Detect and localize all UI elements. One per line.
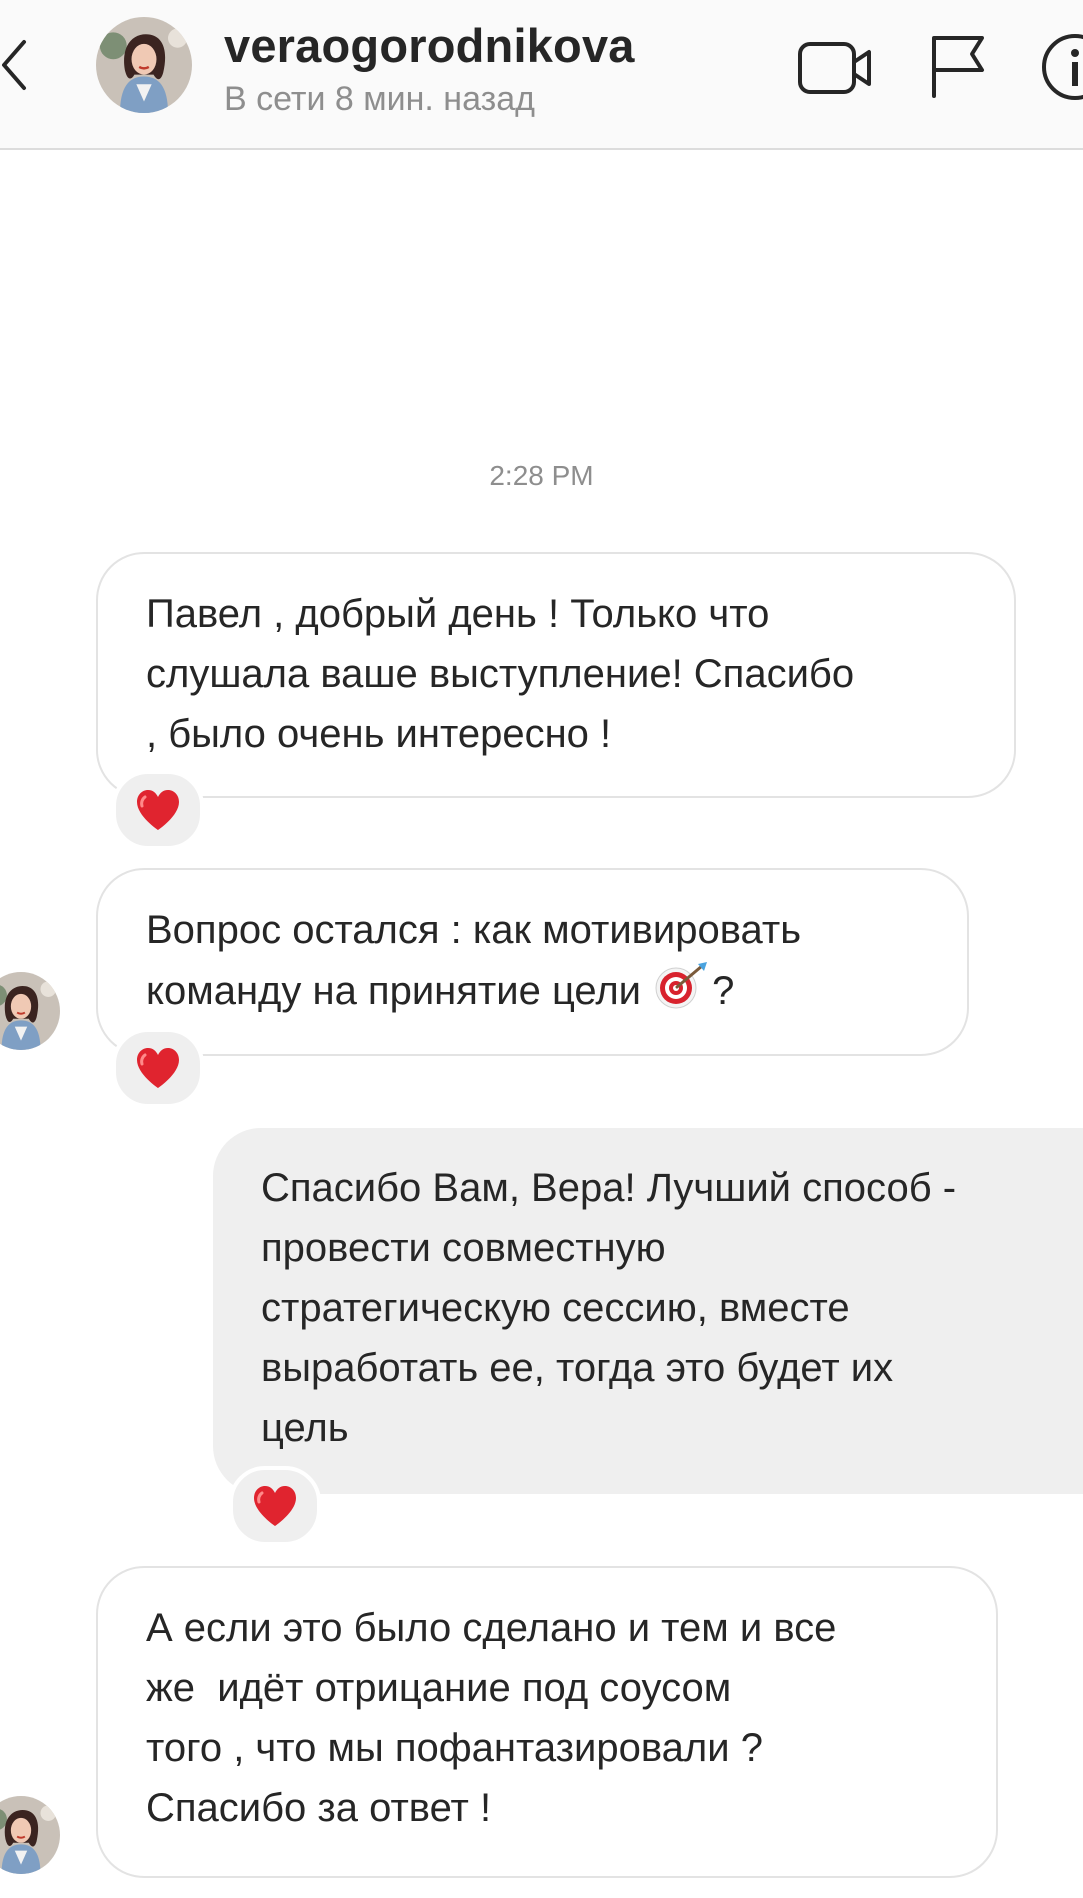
message-bubble-outgoing[interactable]: Спасибо Вам, Вера! Лучший способ - прове… [213,1128,1083,1494]
contact-avatar[interactable] [96,17,192,113]
sender-avatar[interactable] [0,1796,60,1874]
back-button[interactable] [0,30,40,100]
message-text-line: того , что мы пофантазировали ? [146,1726,763,1770]
report-flag-button[interactable] [928,30,988,100]
conversation-header: veraogorodnikova В сети 8 мин. назад [0,0,1083,150]
message-text-line: цель [261,1406,349,1450]
video-call-button[interactable] [797,38,873,98]
contact-activity-status: В сети 8 мин. назад [224,80,535,118]
conversation-info-button[interactable] [1040,32,1083,102]
sender-avatar[interactable] [0,972,60,1050]
video-camera-icon [798,42,871,94]
message-bubble-incoming[interactable]: Павел , добрый день ! Только что слушала… [96,552,1016,798]
message-text-line: Спасибо Вам, Вера! Лучший способ - [261,1166,957,1210]
info-icon [1042,34,1083,100]
message-bubble-incoming[interactable]: Вопрос остался : как мотивировать команд… [96,868,969,1056]
message-text-line: , было очень интересно ! [146,712,612,756]
message-reaction[interactable] [229,1466,321,1546]
message-text-line: выработать ее, тогда это будет их [261,1346,894,1390]
red-heart-icon [134,1046,182,1090]
chevron-left-icon [2,40,26,90]
red-heart-icon [251,1484,299,1528]
flag-icon [932,36,984,98]
message-text-line: команду на принятие цели [146,969,653,1014]
message-text-line: Павел , добрый день ! Только что [146,592,770,636]
message-bubble-incoming[interactable]: А если это было сделано и тем и все же и… [96,1566,998,1878]
message-text-line: слушала ваше выступление! Спасибо [146,652,855,696]
message-text-line: же идёт отрицание под соусом [146,1666,732,1710]
message-text-line: ? [712,969,735,1014]
message-reaction[interactable] [112,770,204,850]
message-text-line: стратегическую сессию, вместе [261,1286,850,1330]
message-text-line: провести совместную [261,1226,666,1270]
message-reaction[interactable] [112,1028,204,1108]
message-text-line: Спасибо за ответ ! [146,1786,492,1830]
contact-username[interactable]: veraogorodnikova [224,18,635,73]
red-heart-icon [134,788,182,832]
direct-hit-target-icon [654,960,710,1027]
message-text-line: А если это было сделано и тем и все [146,1606,837,1650]
thread-timestamp: 2:28 PM [489,460,594,491]
message-text-line: Вопрос остался : как мотивировать [146,908,802,952]
